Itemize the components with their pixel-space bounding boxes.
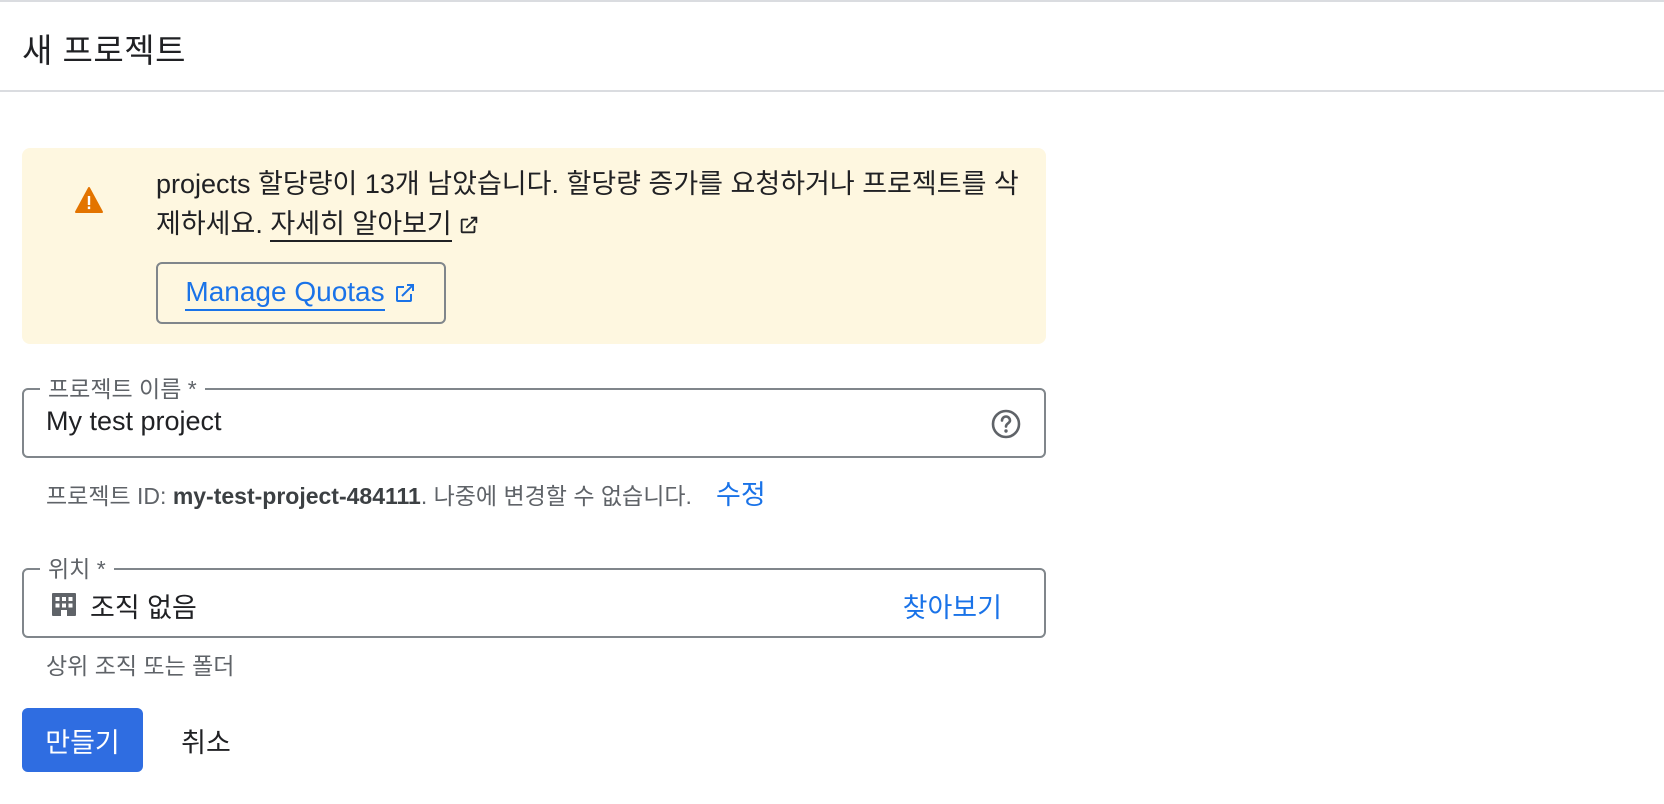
project-name-field[interactable]: 프로젝트 이름 * My test project bbox=[22, 370, 1046, 458]
location-hint: 상위 조직 또는 폴더 bbox=[46, 653, 235, 679]
project-id-prefix: 프로젝트 ID: bbox=[46, 483, 173, 509]
cancel-button[interactable]: 취소 bbox=[170, 708, 242, 772]
create-button[interactable]: 만들기 bbox=[22, 708, 143, 772]
warning-icon bbox=[75, 187, 103, 213]
help-circle-icon[interactable] bbox=[990, 408, 1022, 440]
location-field[interactable]: 위치 * 조직 없음 찾아보기 bbox=[22, 550, 1046, 638]
location-value: 조직 없음 bbox=[90, 593, 197, 623]
project-id-suffix: . 나중에 변경할 수 없습니다. bbox=[420, 483, 692, 509]
external-link-icon bbox=[460, 216, 478, 234]
quota-message: projects 할당량이 13개 남았습니다. 할당량 증가를 요청하거나 프… bbox=[156, 164, 1036, 244]
quota-warning-banner: projects 할당량이 13개 남았습니다. 할당량 증가를 요청하거나 프… bbox=[22, 148, 1046, 344]
project-id-hint: 프로젝트 ID: my-test-project-484111. 나중에 변경할… bbox=[46, 477, 692, 511]
location-label: 위치 * bbox=[40, 550, 114, 584]
organization-icon bbox=[52, 593, 76, 616]
edit-project-id-link[interactable]: 수정 bbox=[716, 473, 766, 512]
project-name-label: 프로젝트 이름 * bbox=[40, 370, 205, 404]
project-id-value: my-test-project-484111 bbox=[172, 483, 421, 509]
page-header: 새 프로젝트 bbox=[0, 2, 1664, 92]
manage-quotas-button[interactable]: Manage Quotas bbox=[156, 262, 446, 324]
page-title: 새 프로젝트 bbox=[22, 32, 186, 69]
external-link-icon bbox=[395, 284, 414, 302]
manage-quotas-label: Manage Quotas bbox=[185, 276, 385, 311]
learn-more-link[interactable]: 자세히 알아보기 bbox=[270, 209, 452, 242]
project-name-input[interactable]: My test project bbox=[46, 406, 222, 437]
browse-location-button[interactable]: 찾아보기 bbox=[903, 586, 1002, 625]
